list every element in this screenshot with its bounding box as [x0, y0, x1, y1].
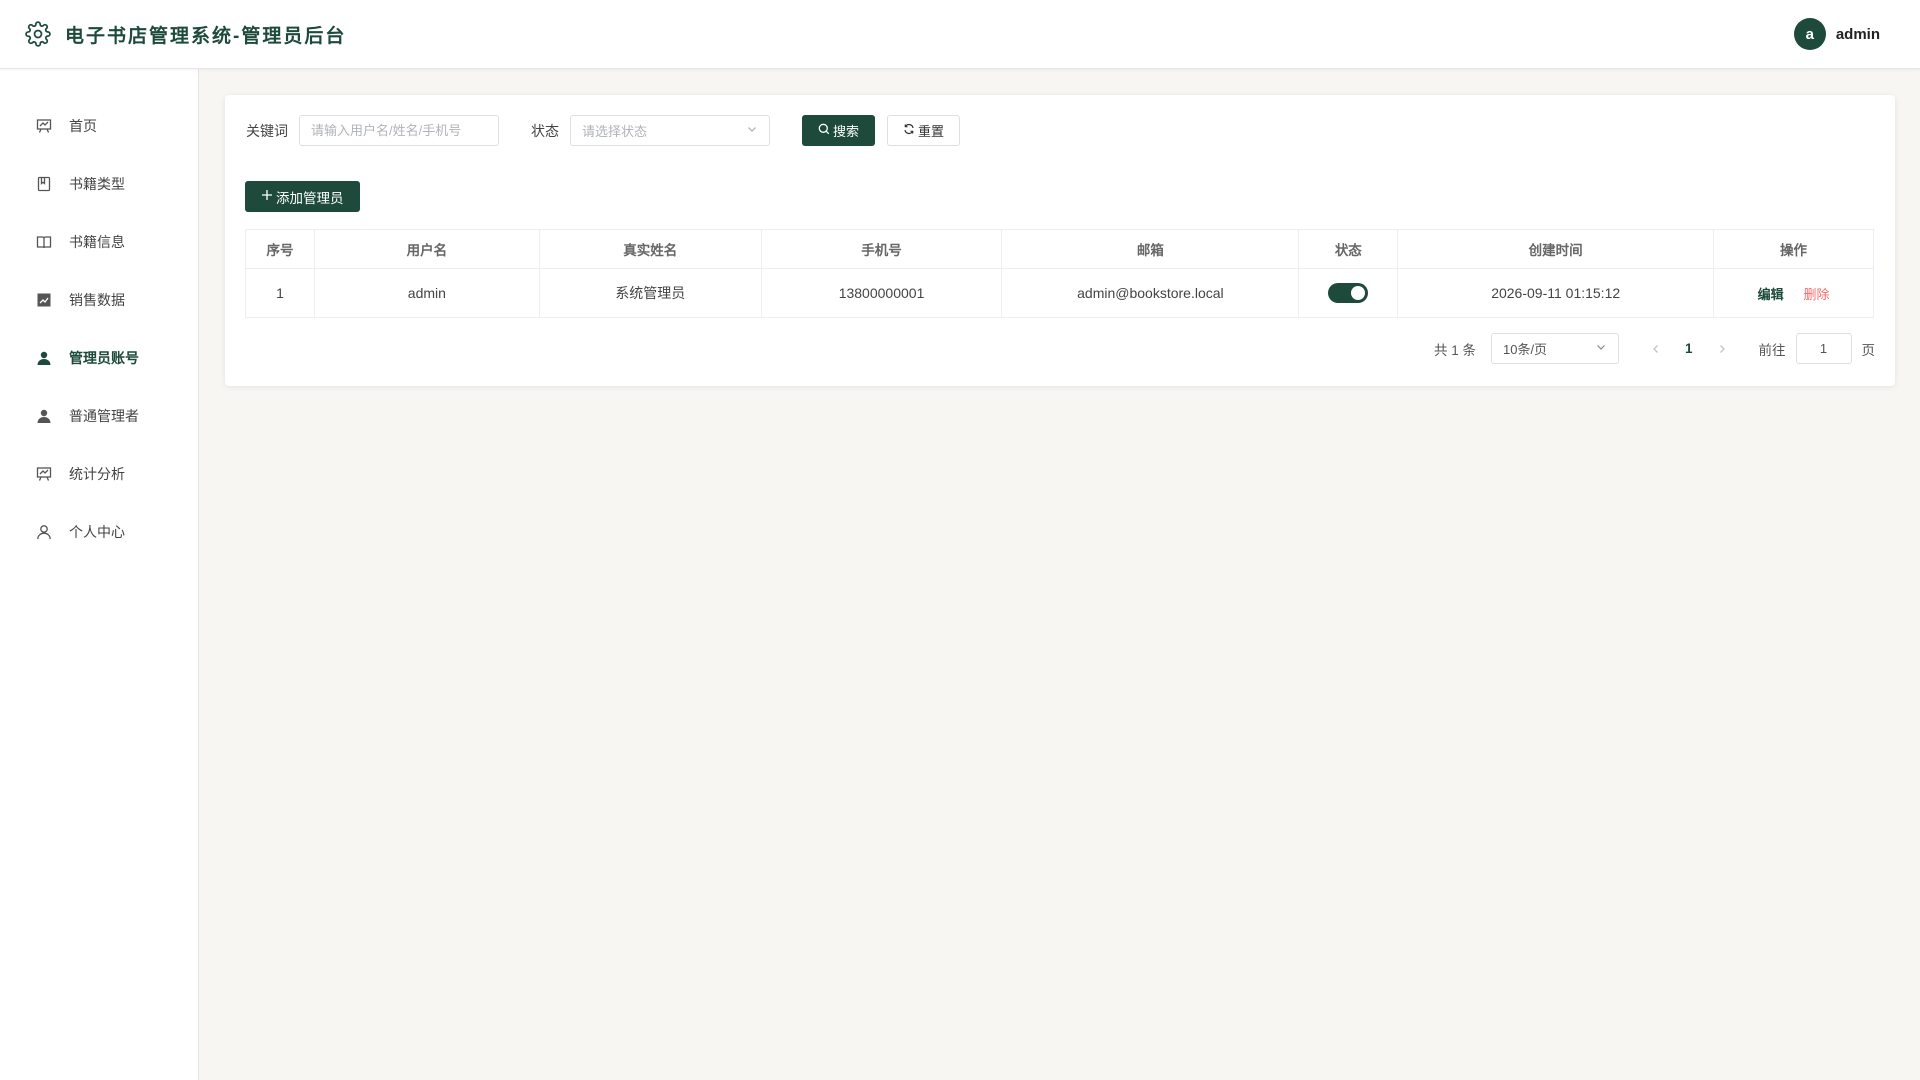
- search-button[interactable]: 搜索: [802, 115, 876, 146]
- chevron-down-icon: [746, 123, 758, 138]
- sidebar-item-home[interactable]: 首页: [0, 97, 198, 155]
- sidebar-item-sales-data[interactable]: 销售数据: [0, 271, 198, 329]
- open-book-icon: [36, 234, 52, 250]
- status-select-placeholder: 请选择状态: [582, 124, 648, 139]
- chevron-left-icon: [1653, 344, 1658, 353]
- presentation-icon: [36, 466, 52, 482]
- app-title: 电子书店管理系统-管理员后台: [65, 25, 347, 47]
- user-filled-icon: [36, 408, 52, 424]
- sidebar-item-book-types[interactable]: 书籍类型: [0, 155, 198, 213]
- brand: 电子书店管理系统-管理员后台: [24, 20, 346, 48]
- sidebar-item-book-info[interactable]: 书籍信息: [0, 213, 198, 271]
- cell-email: admin@bookstore.local: [1001, 268, 1300, 318]
- status-select[interactable]: 请选择状态: [570, 115, 770, 146]
- user-menu[interactable]: a admin: [1793, 18, 1880, 50]
- status-label: 状态: [531, 122, 559, 139]
- sidebar-item-label: 管理员账号: [69, 350, 139, 366]
- keyword-label: 关键词: [246, 122, 288, 139]
- username[interactable]: admin: [1836, 26, 1880, 43]
- sidebar-item-label: 销售数据: [69, 292, 125, 308]
- column-header-real-name: 真实姓名: [538, 229, 762, 269]
- user-filled-icon: [36, 350, 52, 366]
- admin-table: 序号 用户名 真实姓名 手机号 邮箱 状态 创建时间 操作 1 admin 系统…: [245, 229, 1874, 318]
- column-header-index: 序号: [245, 229, 315, 269]
- table-row: 1 admin 系统管理员 13800000001 admin@bookstor…: [245, 268, 1874, 318]
- sidebar-item-label: 普通管理者: [69, 408, 139, 424]
- gear-icon: [24, 20, 52, 48]
- top-header: 电子书店管理系统-管理员后台 a admin: [0, 0, 1920, 69]
- table-header-row: 序号 用户名 真实姓名 手机号 邮箱 状态 创建时间 操作: [245, 229, 1874, 269]
- cell-real-name: 系统管理员: [538, 268, 762, 318]
- sidebar-item-managers[interactable]: 普通管理者: [0, 387, 198, 445]
- search-icon: [818, 123, 830, 138]
- column-header-status: 状态: [1298, 229, 1399, 269]
- chevron-down-icon: [1595, 341, 1607, 356]
- sidebar: 首页 书籍类型 书籍信息 销售数据 管理员账号 普通管理者 统计分析 个人中心: [0, 69, 199, 1080]
- column-header-username: 用户名: [313, 229, 540, 269]
- reset-button-label: 重置: [918, 124, 945, 139]
- admin-list-card: 关键词 状态 请选择状态 搜索 重置 添加管理员: [225, 95, 1895, 386]
- status-toggle[interactable]: [1328, 283, 1369, 303]
- cell-actions: 编辑 删除: [1713, 268, 1874, 318]
- add-admin-button-label: 添加管理员: [276, 190, 344, 206]
- column-header-email: 邮箱: [1001, 229, 1300, 269]
- chevron-right-icon: [1719, 344, 1725, 353]
- cell-created-at: 2026-09-11 01:15:12: [1397, 268, 1715, 318]
- sidebar-item-label: 书籍信息: [69, 234, 125, 250]
- sidebar-item-admin-accounts[interactable]: 管理员账号: [0, 329, 198, 387]
- pagination-total: 共 1 条: [1433, 342, 1476, 358]
- prev-page-button[interactable]: [1639, 341, 1673, 357]
- search-button-label: 搜索: [833, 124, 860, 139]
- chart-icon: [36, 292, 52, 308]
- column-header-phone: 手机号: [760, 229, 1003, 269]
- user-outline-icon: [36, 524, 52, 540]
- page-suffix: 页: [1861, 342, 1876, 358]
- delete-button[interactable]: 删除: [1803, 287, 1829, 302]
- presentation-icon: [36, 118, 52, 134]
- column-header-created-at: 创建时间: [1397, 229, 1715, 269]
- goto-label: 前往: [1758, 342, 1786, 358]
- reset-button[interactable]: 重置: [887, 115, 961, 146]
- add-admin-button[interactable]: 添加管理员: [245, 181, 360, 212]
- column-header-actions: 操作: [1713, 229, 1874, 269]
- page-size-select[interactable]: 10条/页: [1490, 333, 1619, 364]
- sidebar-item-profile[interactable]: 个人中心: [0, 503, 198, 561]
- goto-page-input[interactable]: [1795, 333, 1852, 364]
- next-page-button[interactable]: [1705, 341, 1739, 357]
- plus-icon: [261, 189, 273, 204]
- avatar[interactable]: a: [1793, 18, 1826, 50]
- cell-username: admin: [313, 268, 540, 318]
- cell-phone: 13800000001: [760, 268, 1003, 318]
- sidebar-item-statistics[interactable]: 统计分析: [0, 445, 198, 503]
- page-size-value: 10条/页: [1502, 342, 1548, 357]
- keyword-input[interactable]: [299, 115, 499, 146]
- sidebar-item-label: 首页: [69, 118, 97, 134]
- book-icon: [36, 176, 52, 192]
- sidebar-item-label: 统计分析: [69, 466, 125, 482]
- filter-bar: 关键词 状态 请选择状态 搜索 重置: [246, 115, 961, 146]
- edit-button[interactable]: 编辑: [1758, 287, 1784, 302]
- cell-status: [1298, 268, 1399, 318]
- pagination: 共 1 条 10条/页 1 前往 页: [1434, 333, 1875, 364]
- page-number-current[interactable]: 1: [1673, 341, 1705, 356]
- sidebar-item-label: 书籍类型: [69, 176, 125, 192]
- refresh-icon: [903, 123, 915, 138]
- sidebar-item-label: 个人中心: [69, 524, 125, 540]
- cell-index: 1: [245, 268, 315, 318]
